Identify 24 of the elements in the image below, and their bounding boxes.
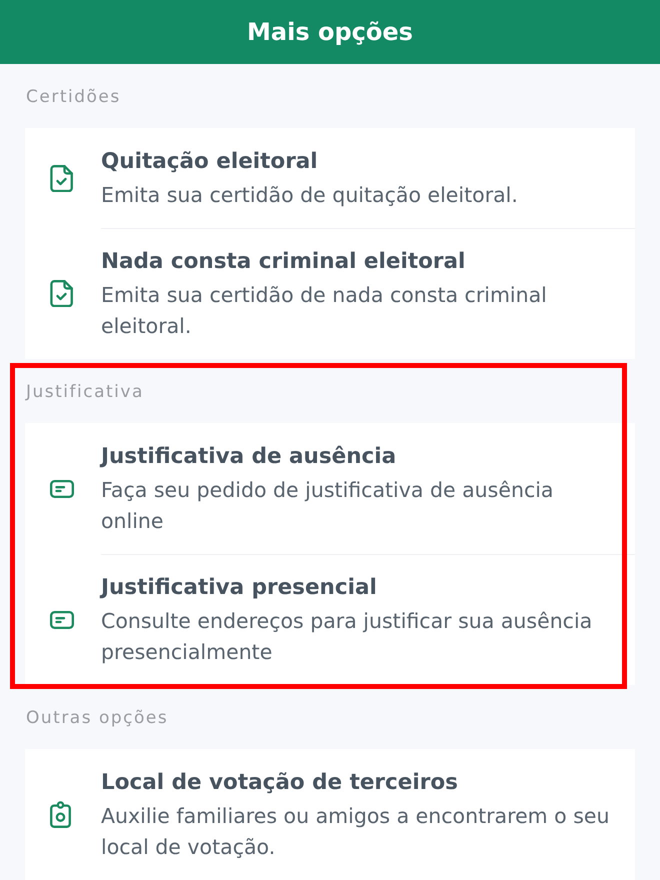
option-title: Justificativa presencial (101, 574, 378, 602)
section-label: Outras opções (25, 707, 170, 729)
file-check-icon (50, 164, 73, 192)
option-title: Justificativa de ausência (101, 443, 398, 471)
id-badge-icon (50, 801, 71, 828)
option-description: Consulte endereços para justificar sua ausência presencialmente (101, 608, 594, 666)
option-item[interactable]: Nada consta criminal eleitoral Emita sua certidão de nada consta criminal eleitoral. (25, 228, 635, 359)
option-item[interactable]: Justificativa presencial Consulte endereços para justificar sua ausência presencialmente (25, 554, 635, 685)
note-icon (50, 610, 74, 628)
option-description: Emita sua certidão de nada consta criminal eleitoral. (101, 282, 548, 340)
option-title: Local de votação de terceiros (101, 769, 459, 797)
option-title: Quitação eleitoral (101, 148, 319, 176)
section-label: Justificativa (24, 381, 145, 403)
option-item[interactable]: Quitação eleitoral Emita sua certidão de quitação eleitoral. (25, 128, 635, 228)
note-icon (50, 480, 74, 498)
option-description: Faça seu pedido de justificativa de ausência online (101, 477, 554, 535)
option-description: Auxilie familiares ou amigos a encontrarem o seu local de votação. (101, 803, 611, 861)
section-label: Certidões (25, 86, 122, 108)
file-check-icon (50, 280, 73, 307)
option-item[interactable]: Local de votação de terceiros Auxilie familiares ou amigos a encontrarem o seu local de votação. (25, 749, 635, 880)
header-title: Mais opções (247, 17, 413, 47)
option-title: Nada consta criminal eleitoral (101, 248, 466, 276)
option-item[interactable]: Justificativa de ausência Faça seu pedido de justificativa de ausência online (25, 423, 635, 554)
option-description: Emita sua certidão de quitação eleitoral. (101, 182, 519, 209)
